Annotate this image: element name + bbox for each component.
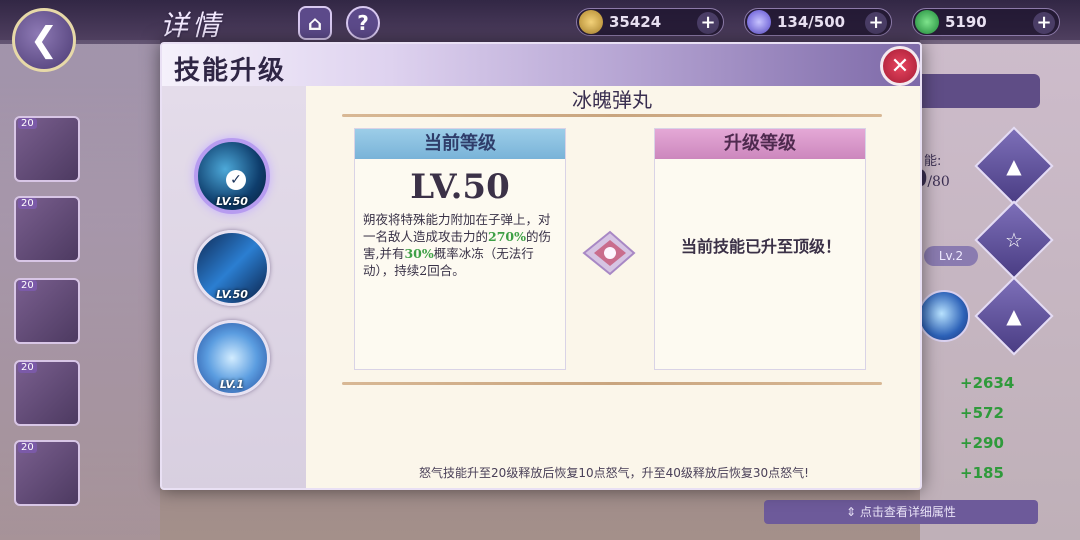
slot-level: 20 <box>18 362 37 373</box>
energy-max: /80 <box>927 174 950 190</box>
help-button[interactable]: ? <box>346 6 380 40</box>
slot-level: 20 <box>18 118 37 129</box>
skill-list: ✓ LV.50 LV.50 LV.1 <box>162 86 306 488</box>
home-icon: ⌂ <box>307 11 323 35</box>
back-button[interactable]: ❮ <box>12 8 76 72</box>
skill-level: LV.1 <box>219 378 245 391</box>
arrow-up-icon: ▲ <box>1006 154 1022 178</box>
equipment-slot[interactable]: 20 <box>14 360 80 426</box>
check-icon: ✓ <box>226 170 246 190</box>
equipment-slot[interactable]: 20 <box>14 440 80 506</box>
freeze-chance: 30% <box>404 246 434 261</box>
stamina-counter: 134/500 + <box>744 8 892 36</box>
stats-header <box>920 74 1040 108</box>
slot-level: 20 <box>18 198 37 209</box>
gem-counter: 5190 + <box>912 8 1060 36</box>
gem-icon <box>915 10 939 34</box>
close-icon: ✕ <box>890 53 910 79</box>
detail-attributes-button[interactable]: ⇕ 点击查看详细属性 <box>764 500 1038 524</box>
skill-level: LV.50 <box>216 288 248 301</box>
gem-value: 5190 <box>945 13 987 31</box>
skill-name: 冰魄弹丸 <box>572 88 652 112</box>
level-tag: Lv.2 <box>924 246 978 266</box>
equipment-slot[interactable]: 20 <box>14 196 80 262</box>
skill-thumbnail[interactable] <box>918 290 970 342</box>
stamina-icon <box>747 10 771 34</box>
modal-title: 技能升级 <box>174 56 287 86</box>
stamina-value: 134/500 <box>777 13 846 31</box>
add-gold-button[interactable]: + <box>697 12 719 34</box>
slot-level: 20 <box>18 442 37 453</box>
add-stamina-button[interactable]: + <box>865 12 887 34</box>
next-level-header: 升级等级 <box>655 129 865 159</box>
arrow-right-icon <box>582 230 636 276</box>
coin-icon <box>579 10 603 34</box>
back-arrow-icon: ❮ <box>29 20 59 60</box>
skill-icon-3[interactable]: LV.1 <box>194 320 270 396</box>
skill-upgrade-modal: 技能升级 ✕ ✓ LV.50 LV.50 LV.1 冰魄弹丸 当前等级 LV.5… <box>160 42 922 490</box>
next-level-card: 升级等级 当前技能已升至顶级！ <box>654 128 866 370</box>
stat-bonus: +2634 <box>960 374 1015 392</box>
current-level-card: 当前等级 LV.50 朔夜将特殊能力附加在子弹上，对一名敌人造成攻击力的270%… <box>354 128 566 370</box>
stat-bonus: +290 <box>960 434 1004 452</box>
current-level-value: LV.50 <box>410 167 510 207</box>
detail-button-label: 点击查看详细属性 <box>859 505 956 519</box>
damage-percent: 270% <box>488 229 526 244</box>
close-button[interactable]: ✕ <box>880 46 920 86</box>
expand-icon: ⇕ <box>846 505 860 519</box>
skill-level: LV.50 <box>216 195 248 208</box>
stat-bonus: +572 <box>960 404 1004 422</box>
add-gem-button[interactable]: + <box>1033 12 1055 34</box>
home-button[interactable]: ⌂ <box>298 6 332 40</box>
gold-value: 35424 <box>609 13 662 31</box>
skill-description: 朔夜将特殊能力附加在子弹上，对一名敌人造成攻击力的270%的伤害,并有30%概率… <box>355 207 565 283</box>
gold-counter: 35424 + <box>576 8 724 36</box>
skill-icon-2[interactable]: LV.50 <box>194 230 270 306</box>
question-icon: ? <box>357 11 369 35</box>
rage-note: 怒气技能升至20级释放后恢复10点怒气，升至40级释放后恢复30点怒气! <box>419 466 809 480</box>
arrow-up-icon: ▲ <box>1006 304 1022 328</box>
divider <box>342 114 882 117</box>
equipment-slot[interactable]: 20 <box>14 278 80 344</box>
star-icon: ☆ <box>1005 228 1023 252</box>
skill-icon-1[interactable]: ✓ LV.50 <box>194 138 270 214</box>
equipment-slot[interactable]: 20 <box>14 116 80 182</box>
max-level-text: 当前技能已升至顶级！ <box>680 237 841 256</box>
stat-bonus: +185 <box>960 464 1004 482</box>
page-title: 详情 <box>160 9 225 42</box>
current-level-header: 当前等级 <box>355 129 565 159</box>
divider <box>342 382 882 385</box>
slot-level: 20 <box>18 280 37 291</box>
